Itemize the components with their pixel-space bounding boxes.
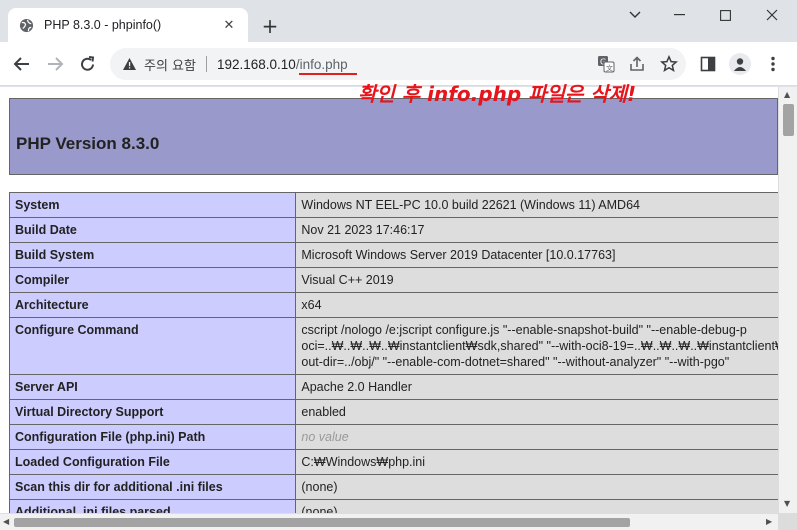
more-menu-icon[interactable] bbox=[763, 54, 783, 74]
row-label: Compiler bbox=[8, 267, 297, 293]
scrollbar-corner bbox=[778, 513, 797, 530]
security-label[interactable]: 주의 요함 bbox=[144, 55, 196, 74]
forward-button[interactable] bbox=[41, 50, 69, 78]
row-value: C:₩Windows₩php.ini bbox=[295, 449, 797, 475]
row-value: cscript /nologo /e:jscript configure.js … bbox=[295, 317, 797, 375]
tab-strip: PHP 8.3.0 - phpinfo() ✕ + bbox=[0, 0, 797, 42]
svg-text:文: 文 bbox=[606, 64, 613, 73]
tab-close-icon[interactable]: ✕ bbox=[220, 16, 238, 34]
row-value: x64 bbox=[295, 292, 797, 318]
tab-phpinfo[interactable]: PHP 8.3.0 - phpinfo() ✕ bbox=[8, 8, 248, 42]
warning-icon[interactable] bbox=[120, 55, 138, 73]
new-tab-button[interactable]: + bbox=[258, 14, 282, 38]
chevron-down-icon[interactable] bbox=[620, 4, 650, 26]
row-label: Scan this dir for additional .ini files bbox=[8, 474, 297, 500]
url-underline-annotation bbox=[299, 73, 357, 75]
scroll-thumb[interactable] bbox=[783, 104, 794, 136]
table-row: Build Date Nov 21 2023 17:46:17 bbox=[8, 217, 797, 243]
table-row: Configure Command cscript /nologo /e:jscr… bbox=[8, 317, 797, 375]
vertical-scrollbar[interactable]: ▲ ▼ bbox=[778, 87, 797, 513]
divider bbox=[205, 56, 207, 72]
scroll-thumb-horizontal[interactable] bbox=[14, 518, 630, 527]
row-label: Build System bbox=[8, 242, 297, 268]
php-header: PHP Version 8.3.0 bbox=[9, 98, 778, 175]
row-value: Visual C++ 2019 bbox=[295, 267, 797, 293]
table-row: Server API Apache 2.0 Handler bbox=[8, 374, 797, 400]
table-row: Virtual Directory Support enabled bbox=[8, 399, 797, 425]
row-label: System bbox=[8, 192, 297, 218]
annotation-text: 확인 후 info.php 파일은 삭제! bbox=[358, 82, 637, 106]
side-panel-icon[interactable] bbox=[698, 54, 718, 74]
row-value: Nov 21 2023 17:46:17 bbox=[295, 217, 797, 243]
row-value: no value bbox=[295, 424, 797, 450]
row-value: Windows NT EEL-PC 10.0 build 22621 (Wind… bbox=[295, 192, 797, 218]
globe-icon bbox=[18, 17, 34, 33]
row-label: Virtual Directory Support bbox=[8, 399, 297, 425]
reload-button[interactable] bbox=[73, 50, 101, 78]
share-icon[interactable] bbox=[627, 54, 647, 74]
row-label: Server API bbox=[8, 374, 297, 400]
row-value-muted: no value bbox=[301, 430, 349, 444]
row-value: enabled bbox=[295, 399, 797, 425]
web-page: PHP Version 8.3.0 System Windows NT EEL-P… bbox=[0, 87, 797, 530]
row-value: (none) bbox=[295, 474, 797, 500]
info-table: System Windows NT EEL-PC 10.0 build 22621… bbox=[8, 192, 797, 525]
back-button[interactable] bbox=[8, 50, 36, 78]
row-label: Architecture bbox=[8, 292, 297, 318]
table-row: Build System Microsoft Windows Server 201… bbox=[8, 242, 797, 268]
row-label: Configure Command bbox=[8, 317, 297, 375]
row-label: Build Date bbox=[8, 217, 297, 243]
url-host[interactable]: 192.168.0.10 bbox=[217, 57, 296, 72]
scroll-right-icon[interactable]: ▶ bbox=[766, 517, 772, 526]
table-row: Architecture x64 bbox=[8, 292, 797, 318]
table-row: Configuration File (php.ini) Path no valu… bbox=[8, 424, 797, 450]
window-close-button[interactable] bbox=[757, 4, 787, 26]
row-value: Apache 2.0 Handler bbox=[295, 374, 797, 400]
table-row: Loaded Configuration File C:₩Windows₩php.… bbox=[8, 449, 797, 475]
page-title: PHP Version 8.3.0 bbox=[16, 134, 160, 153]
table-row: System Windows NT EEL-PC 10.0 build 22621… bbox=[8, 192, 797, 218]
profile-avatar[interactable] bbox=[729, 53, 751, 75]
table-row: Compiler Visual C++ 2019 bbox=[8, 267, 797, 293]
scroll-left-icon[interactable]: ◀ bbox=[3, 517, 9, 526]
horizontal-scrollbar[interactable]: ◀ ▶ bbox=[0, 513, 778, 530]
maximize-button[interactable] bbox=[710, 4, 740, 26]
row-value-line: cscript /nologo /e:jscript configure.js … bbox=[301, 323, 747, 337]
bookmark-star-icon[interactable] bbox=[659, 54, 679, 74]
row-label: Loaded Configuration File bbox=[8, 449, 297, 475]
scroll-down-icon[interactable]: ▼ bbox=[784, 499, 790, 508]
tab-title: PHP 8.3.0 - phpinfo() bbox=[44, 18, 162, 32]
url-path[interactable]: /info.php bbox=[296, 57, 348, 72]
row-value: Microsoft Windows Server 2019 Datacenter… bbox=[295, 242, 797, 268]
row-label: Configuration File (php.ini) Path bbox=[8, 424, 297, 450]
row-value-line: out-dir=../obj/" "--enable-com-dotnet=sh… bbox=[301, 355, 730, 369]
scroll-up-icon[interactable]: ▲ bbox=[784, 90, 790, 99]
table-row: Scan this dir for additional .ini files(… bbox=[8, 474, 797, 500]
row-value-line: oci=..₩..₩..₩..₩instantclient₩sdk,shared… bbox=[301, 339, 793, 353]
translate-icon[interactable]: G文 bbox=[596, 54, 616, 74]
minimize-button[interactable] bbox=[664, 4, 694, 26]
